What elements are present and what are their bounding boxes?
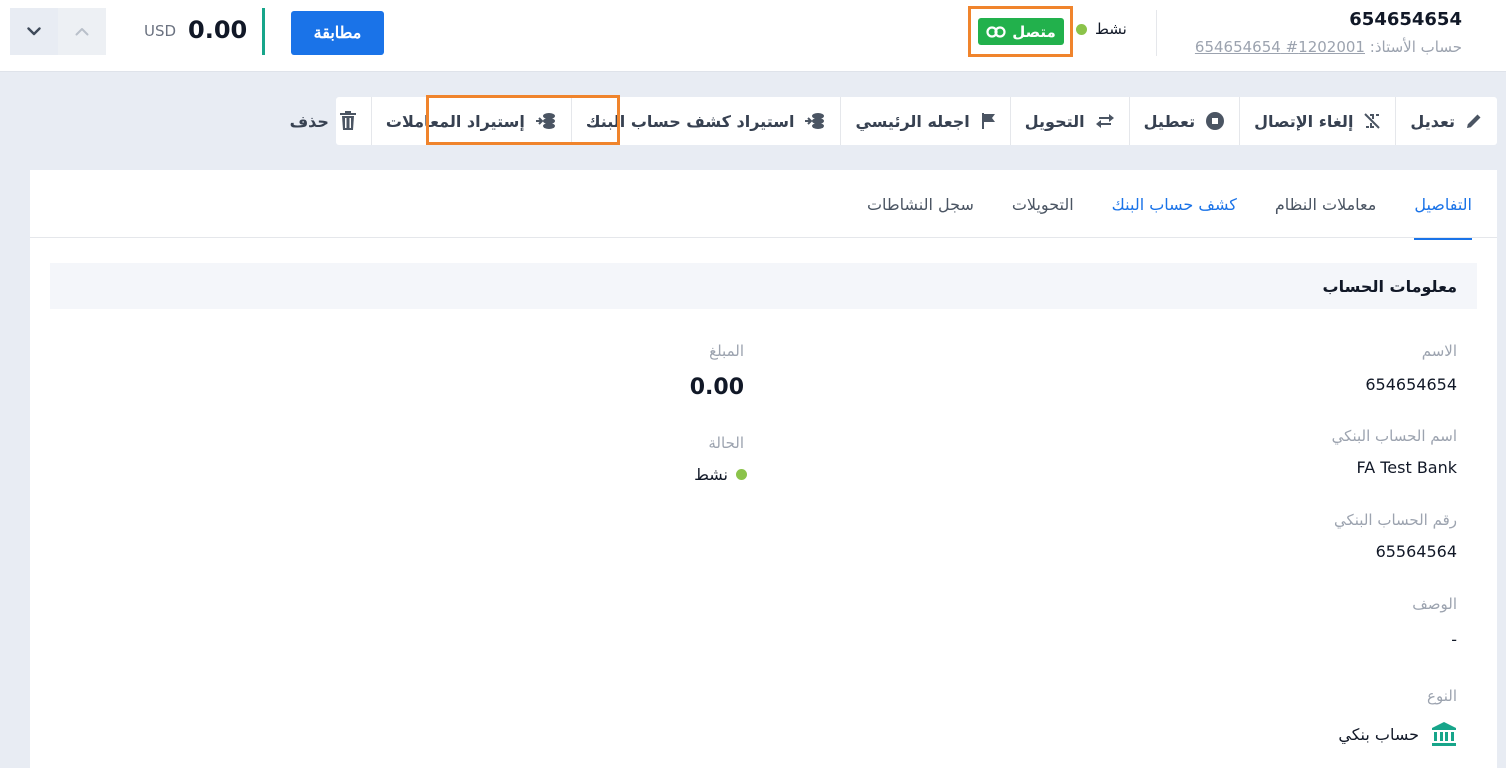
tab-bank-statement[interactable]: كشف حساب البنك xyxy=(1112,170,1237,238)
transfer-label: التحويل xyxy=(1024,111,1085,131)
exchange-icon xyxy=(1095,114,1114,128)
record-navigation xyxy=(10,8,106,55)
next-record-button[interactable] xyxy=(10,8,58,55)
status-label: الحالة xyxy=(708,434,744,452)
chevron-down-icon xyxy=(27,27,41,36)
trash-icon xyxy=(339,111,356,130)
details-card: التفاصيل معاملات النظام كشف حساب البنك ا… xyxy=(30,170,1497,768)
connected-badge[interactable]: متصل xyxy=(978,18,1064,45)
disable-label: تعطيل xyxy=(1143,111,1196,131)
disconnect-button[interactable]: إلغاء الإتصال xyxy=(1239,97,1395,145)
bank-name-label: اسم الحساب البنكي xyxy=(1331,427,1457,445)
type-value: حساب بنكي xyxy=(1338,721,1457,747)
make-primary-button[interactable]: اجعله الرئيسي xyxy=(840,97,1009,145)
ledger-label: حساب الأستاذ: xyxy=(1369,38,1462,56)
description-label: الوصف xyxy=(1412,595,1457,613)
tab-bar: التفاصيل معاملات النظام كشف حساب البنك ا… xyxy=(867,170,1472,240)
status-value: نشط xyxy=(694,465,747,484)
unlink-icon xyxy=(1364,113,1381,129)
connected-label: متصل xyxy=(1012,22,1056,41)
ledger-link[interactable]: 1202001# 654654654 xyxy=(1195,38,1365,56)
tab-system-transactions[interactable]: معاملات النظام xyxy=(1275,170,1376,238)
ledger-account: حساب الأستاذ: 1202001# 654654654 xyxy=(1195,38,1462,56)
tab-activity-log[interactable]: سجل النشاطات xyxy=(867,170,974,238)
import-coins-icon xyxy=(805,113,825,129)
currency-label: USD xyxy=(144,22,177,40)
link-icon xyxy=(986,25,1006,38)
bank-name-value: FA Test Bank xyxy=(1356,458,1457,477)
chevron-up-icon xyxy=(75,28,89,36)
delete-label: حذف xyxy=(289,111,329,131)
tab-divider xyxy=(30,237,1497,238)
type-text: حساب بنكي xyxy=(1338,724,1419,744)
tab-details[interactable]: التفاصيل xyxy=(1414,170,1472,240)
balance-accent-bar xyxy=(262,8,265,55)
highlight-import-transactions xyxy=(426,95,620,145)
transfer-button[interactable]: التحويل xyxy=(1009,97,1129,145)
stop-circle-icon xyxy=(1206,112,1225,130)
account-number: 654654654 xyxy=(1349,9,1462,30)
name-label: الاسم xyxy=(1421,342,1457,360)
disable-button[interactable]: تعطيل xyxy=(1128,97,1239,145)
previous-record-button[interactable] xyxy=(58,8,106,55)
top-header: 654654654 حساب الأستاذ: 1202001# 6546546… xyxy=(0,0,1506,72)
status-dot-icon xyxy=(1076,23,1087,35)
edit-label: تعديل xyxy=(1410,111,1455,131)
amount-label: المبلغ xyxy=(709,342,744,360)
status-text: نشط xyxy=(694,465,728,484)
bank-number-label: رقم الحساب البنكي xyxy=(1333,511,1457,529)
delete-button[interactable]: حذف xyxy=(276,97,371,145)
type-label: النوع xyxy=(1427,687,1457,705)
status-dot-icon xyxy=(736,469,747,480)
bank-number-value: 65564564 xyxy=(1375,542,1457,561)
header-status: نشط xyxy=(1076,20,1127,38)
name-value: 654654654 xyxy=(1365,375,1457,394)
edit-button[interactable]: تعديل xyxy=(1395,97,1497,145)
description-value: - xyxy=(1451,630,1457,649)
amount-value: 0.00 xyxy=(689,375,744,400)
header-divider xyxy=(1156,10,1157,56)
status-text: نشط xyxy=(1095,20,1127,38)
section-title: معلومات الحساب xyxy=(50,263,1477,309)
flag-icon xyxy=(981,113,995,129)
pencil-icon xyxy=(1467,114,1481,128)
match-button[interactable]: مطابقة xyxy=(291,11,384,55)
balance-value: 0.00 xyxy=(188,16,248,44)
disconnect-label: إلغاء الإتصال xyxy=(1254,111,1354,131)
make-primary-label: اجعله الرئيسي xyxy=(855,111,970,131)
tab-transfers[interactable]: التحويلات xyxy=(1012,170,1074,238)
bank-icon xyxy=(1432,722,1456,746)
